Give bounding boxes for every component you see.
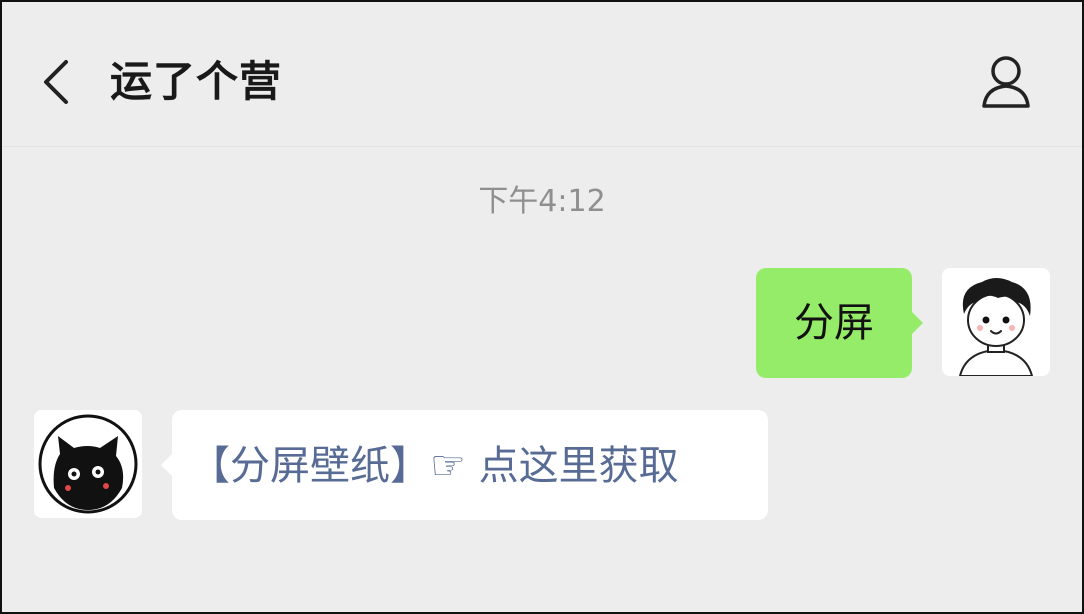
- chevron-left-icon: [44, 60, 68, 104]
- wallpaper-link[interactable]: 【分屏壁纸】☞ 点这里获取: [190, 410, 679, 520]
- cartoon-boy-avatar-icon: [942, 268, 1050, 376]
- person-icon: [982, 56, 1030, 108]
- black-cat-avatar-icon: [34, 410, 142, 518]
- message-text: 分屏: [794, 300, 874, 346]
- back-button[interactable]: [34, 54, 82, 110]
- contact-avatar[interactable]: [34, 410, 142, 518]
- message-timestamp: 下午4:12: [478, 184, 606, 219]
- chat-header: 运了个营: [2, 2, 1082, 147]
- my-message-bubble[interactable]: 分屏: [756, 268, 923, 378]
- profile-button[interactable]: [974, 52, 1038, 112]
- contact-message-bubble[interactable]: 【分屏壁纸】☞ 点这里获取: [161, 410, 768, 520]
- chat-window: 运了个营 下午4:12 分屏 【分屏壁纸】☞ 点这里获取: [0, 0, 1084, 614]
- my-avatar[interactable]: [942, 268, 1050, 376]
- page-title: 运了个营: [110, 57, 283, 106]
